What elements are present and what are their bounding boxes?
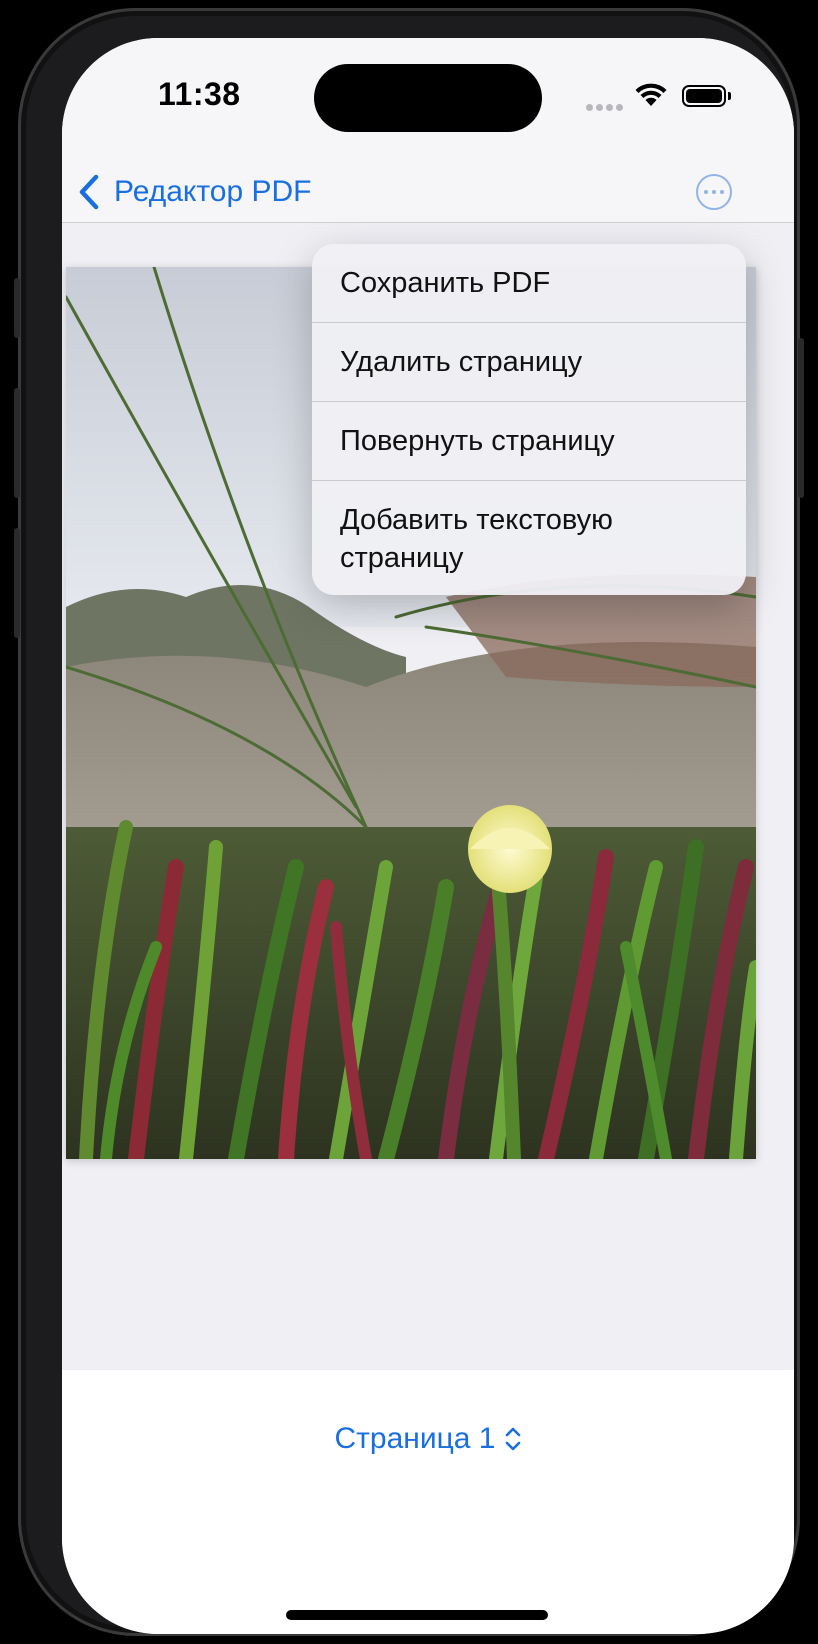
battery-icon: [682, 85, 726, 107]
status-time: 11:38: [158, 76, 241, 112]
navigation-bar: Редактор PDF: [62, 158, 794, 223]
phone-frame: 11:38 Редактор PDF Сохранить PDF Удалить…: [14, 8, 804, 1636]
screen: 11:38 Редактор PDF Сохранить PDF Удалить…: [62, 38, 794, 1634]
menu-item-add-text-page[interactable]: Добавить текстовую страницу: [312, 481, 746, 595]
page-picker-label: Страница 1: [334, 1422, 496, 1455]
status-bar: 11:38: [62, 38, 794, 158]
cellular-signal-icon: [586, 98, 626, 116]
menu-item-save-pdf[interactable]: Сохранить PDF: [312, 244, 746, 323]
dynamic-island: [314, 64, 542, 132]
volume-down-button: [14, 528, 20, 638]
menu-item-delete-page[interactable]: Удалить страницу: [312, 323, 746, 402]
menu-item-rotate-page[interactable]: Повернуть страницу: [312, 402, 746, 481]
pdf-page-view[interactable]: Сохранить PDF Удалить страницу Повернуть…: [62, 223, 794, 1400]
page-picker-button[interactable]: Страница 1: [62, 1422, 794, 1456]
action-button: [14, 278, 20, 338]
home-indicator[interactable]: [286, 1610, 548, 1620]
bottom-toolbar: Страница 1: [62, 1370, 794, 1634]
back-button[interactable]: Редактор PDF: [76, 172, 311, 212]
chevron-up-down-icon: [505, 1427, 520, 1451]
wifi-icon: [635, 83, 667, 106]
volume-up-button: [14, 388, 20, 498]
context-menu: Сохранить PDF Удалить страницу Повернуть…: [312, 244, 746, 595]
battery-nub: [728, 92, 731, 100]
back-button-label: Редактор PDF: [114, 175, 312, 208]
power-button: [798, 338, 804, 498]
chevron-left-icon: [79, 174, 99, 210]
ellipsis-circle-icon[interactable]: [696, 174, 732, 210]
